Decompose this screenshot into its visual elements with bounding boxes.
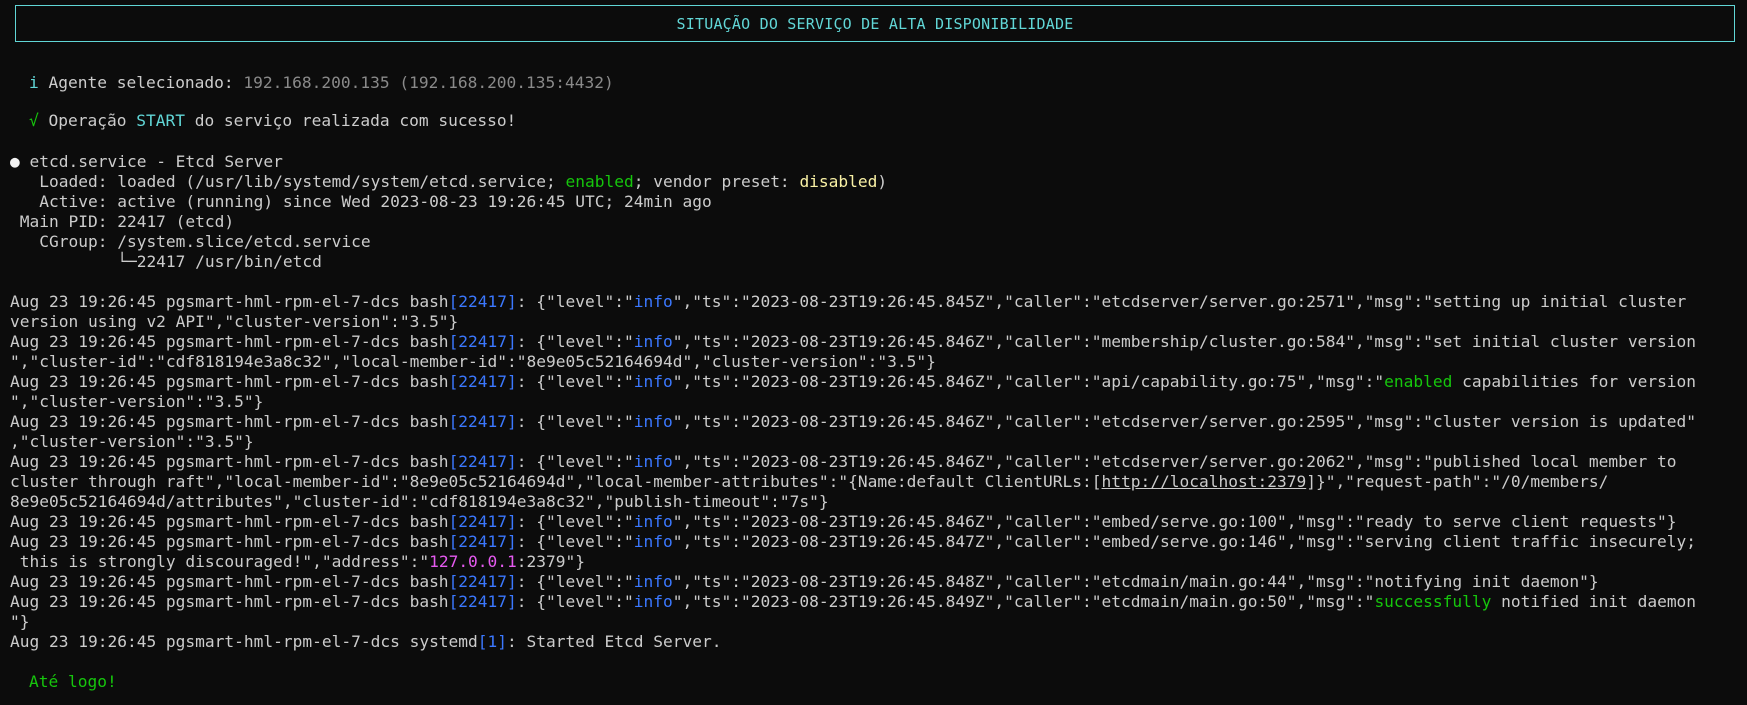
- log-line-systemd: Aug 23 19:26:45 pgsmart-hml-rpm-el-7-dcs…: [10, 632, 722, 651]
- log-line: ","cluster-version":"3.5"}: [10, 392, 264, 411]
- status-mainpid-line: Main PID: 22417 (etcd): [10, 212, 235, 231]
- localhost-link[interactable]: http://localhost:2379: [1102, 472, 1307, 491]
- log-line: Aug 23 19:26:45 pgsmart-hml-rpm-el-7-dcs…: [10, 292, 1687, 311]
- status-active-line: Active: active (running) since Wed 2023-…: [10, 192, 712, 211]
- agent-line: i Agente selecionado: 192.168.200.135 (1…: [29, 73, 614, 93]
- status-loaded-line: Loaded: loaded (/usr/lib/systemd/system/…: [10, 172, 888, 191]
- log-line: this is strongly discouraged!","address"…: [10, 552, 586, 571]
- log-line: Aug 23 19:26:45 pgsmart-hml-rpm-el-7-dcs…: [10, 512, 1677, 531]
- status-cgroup-line: CGroup: /system.slice/etcd.service: [10, 232, 371, 251]
- status-enabled: enabled: [565, 172, 634, 191]
- log-line: Aug 23 19:26:45 pgsmart-hml-rpm-el-7-dcs…: [10, 332, 1697, 351]
- status-unit-line: ● etcd.service - Etcd Server: [10, 152, 283, 172]
- log-line: Aug 23 19:26:45 pgsmart-hml-rpm-el-7-dcs…: [10, 532, 1697, 551]
- status-cgroup-child-line: └─22417 /usr/bin/etcd: [10, 252, 322, 271]
- log-line: Aug 23 19:26:45 pgsmart-hml-rpm-el-7-dcs…: [10, 592, 1697, 611]
- log-line: 8e9e05c52164694d/attributes","cluster-id…: [10, 492, 829, 511]
- log-line: Aug 23 19:26:45 pgsmart-hml-rpm-el-7-dcs…: [10, 372, 1697, 391]
- log-line: ","cluster-id":"cdf818194e3a8c32","local…: [10, 352, 936, 371]
- agent-value: 192.168.200.135 (192.168.200.135:4432): [243, 73, 614, 92]
- address-ip: 127.0.0.1: [429, 552, 517, 571]
- check-icon: √: [29, 111, 39, 130]
- goodbye-message: Até logo!: [29, 672, 117, 691]
- terminal-window: SITUAÇÃO DO SERVIÇO DE ALTA DISPONIBILID…: [0, 0, 1747, 705]
- log-line: version using v2 API","cluster-version":…: [10, 312, 459, 331]
- operation-suffix: do serviço realizada com sucesso!: [184, 111, 517, 130]
- status-disabled: disabled: [799, 172, 878, 191]
- log-line: Aug 23 19:26:45 pgsmart-hml-rpm-el-7-dcs…: [10, 452, 1677, 471]
- operation-line: √ Operação START do serviço realizada co…: [29, 111, 516, 131]
- log-line: Aug 23 19:26:45 pgsmart-hml-rpm-el-7-dcs…: [10, 572, 1599, 591]
- agent-label: Agente selecionado:: [38, 73, 244, 92]
- log-line: ,"cluster-version":"3.5"}: [10, 432, 254, 451]
- header-banner: SITUAÇÃO DO SERVIÇO DE ALTA DISPONIBILID…: [15, 5, 1735, 42]
- info-icon: i: [29, 73, 39, 92]
- operation-prefix: Operação: [38, 111, 137, 130]
- header-title: SITUAÇÃO DO SERVIÇO DE ALTA DISPONIBILID…: [676, 14, 1074, 33]
- log-line: "}: [10, 612, 30, 631]
- status-unit: etcd.service - Etcd Server: [19, 152, 283, 171]
- log-line: cluster through raft","local-member-id":…: [10, 472, 1609, 491]
- operation-keyword: START: [136, 111, 185, 130]
- log-line: Aug 23 19:26:45 pgsmart-hml-rpm-el-7-dcs…: [10, 412, 1697, 431]
- status-bullet-icon: ●: [10, 152, 20, 171]
